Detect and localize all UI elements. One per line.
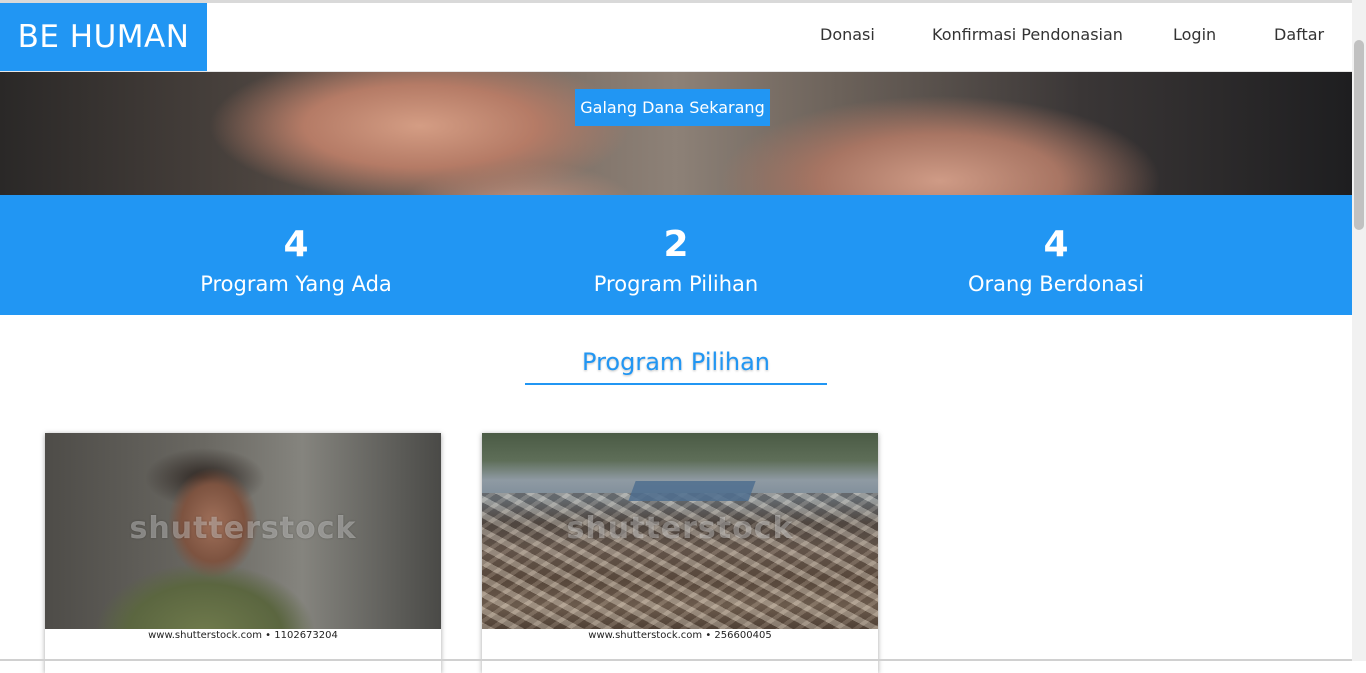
nav-link-donasi[interactable]: Donasi [820,3,875,71]
program-card[interactable]: shutterstock www.shutterstock.com • 2566… [482,433,878,673]
brand-logo[interactable]: BE HUMAN [0,3,207,71]
tarp-roof [628,481,756,501]
stat-value: 2 [663,224,689,265]
stat-orang-berdonasi: 4 Orang Berdonasi [906,195,1206,299]
scrollbar-thumb[interactable] [1354,40,1364,230]
stat-program-pilihan: 2 Program Pilihan [526,195,826,299]
stat-value: 4 [1043,224,1069,265]
image-watermark: shutterstock [129,511,357,546]
nav-link-daftar[interactable]: Daftar [1274,3,1324,71]
nav-link-login[interactable]: Login [1173,3,1216,71]
image-caption: www.shutterstock.com • 1102673204 [45,629,441,643]
image-caption: www.shutterstock.com • 256600405 [482,629,878,643]
galang-dana-button[interactable]: Galang Dana Sekarang [575,89,770,126]
vertical-scrollbar[interactable] [1352,0,1366,661]
hero-banner: Galang Dana Sekarang [0,71,1352,195]
nav-link-konfirmasi-pendonasian[interactable]: Konfirmasi Pendonasian [932,3,1123,71]
image-watermark: shutterstock [566,511,794,546]
stat-label: Program Yang Ada [200,272,392,296]
section-title-underline [525,383,827,385]
stat-program-yang-ada: 4 Program Yang Ada [146,195,446,299]
stats-bar: 4 Program Yang Ada 2 Program Pilihan 4 O… [0,195,1352,315]
section-title: Program Pilihan [582,348,770,376]
program-card[interactable]: shutterstock www.shutterstock.com • 1102… [45,433,441,673]
navbar: BE HUMAN Donasi Konfirmasi Pendonasian L… [0,3,1352,72]
stat-value: 4 [283,224,309,265]
program-image: shutterstock [482,433,878,629]
program-image: shutterstock [45,433,441,629]
stat-label: Orang Berdonasi [967,272,1145,296]
stat-label: Program Pilihan [593,272,759,296]
